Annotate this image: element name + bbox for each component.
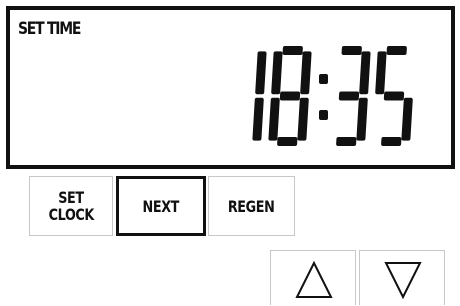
next-button[interactable]: NEXT xyxy=(116,176,206,236)
next-label: NEXT xyxy=(142,196,180,216)
digit-5 xyxy=(375,46,413,146)
up-arrow-button[interactable] xyxy=(270,250,356,305)
set-clock-label-line2: CLOCK xyxy=(48,205,94,224)
digit-8 xyxy=(268,46,312,146)
time-readout xyxy=(252,46,413,146)
regen-label: REGEN xyxy=(228,196,275,216)
down-arrow-button[interactable] xyxy=(359,250,445,305)
set-clock-button[interactable]: SET CLOCK xyxy=(29,176,113,236)
digit-1 xyxy=(252,51,267,141)
triangle-down-outline-icon xyxy=(384,262,422,300)
triangle-up-outline-icon xyxy=(295,260,333,298)
regen-button[interactable]: REGEN xyxy=(208,176,295,236)
time-colon xyxy=(319,74,328,120)
time-digits xyxy=(252,46,413,146)
mode-label: SET TIME xyxy=(18,19,81,39)
set-clock-label-line1: SET xyxy=(58,188,84,207)
lcd-display: SET TIME xyxy=(6,6,455,169)
digit-3 xyxy=(336,46,371,146)
